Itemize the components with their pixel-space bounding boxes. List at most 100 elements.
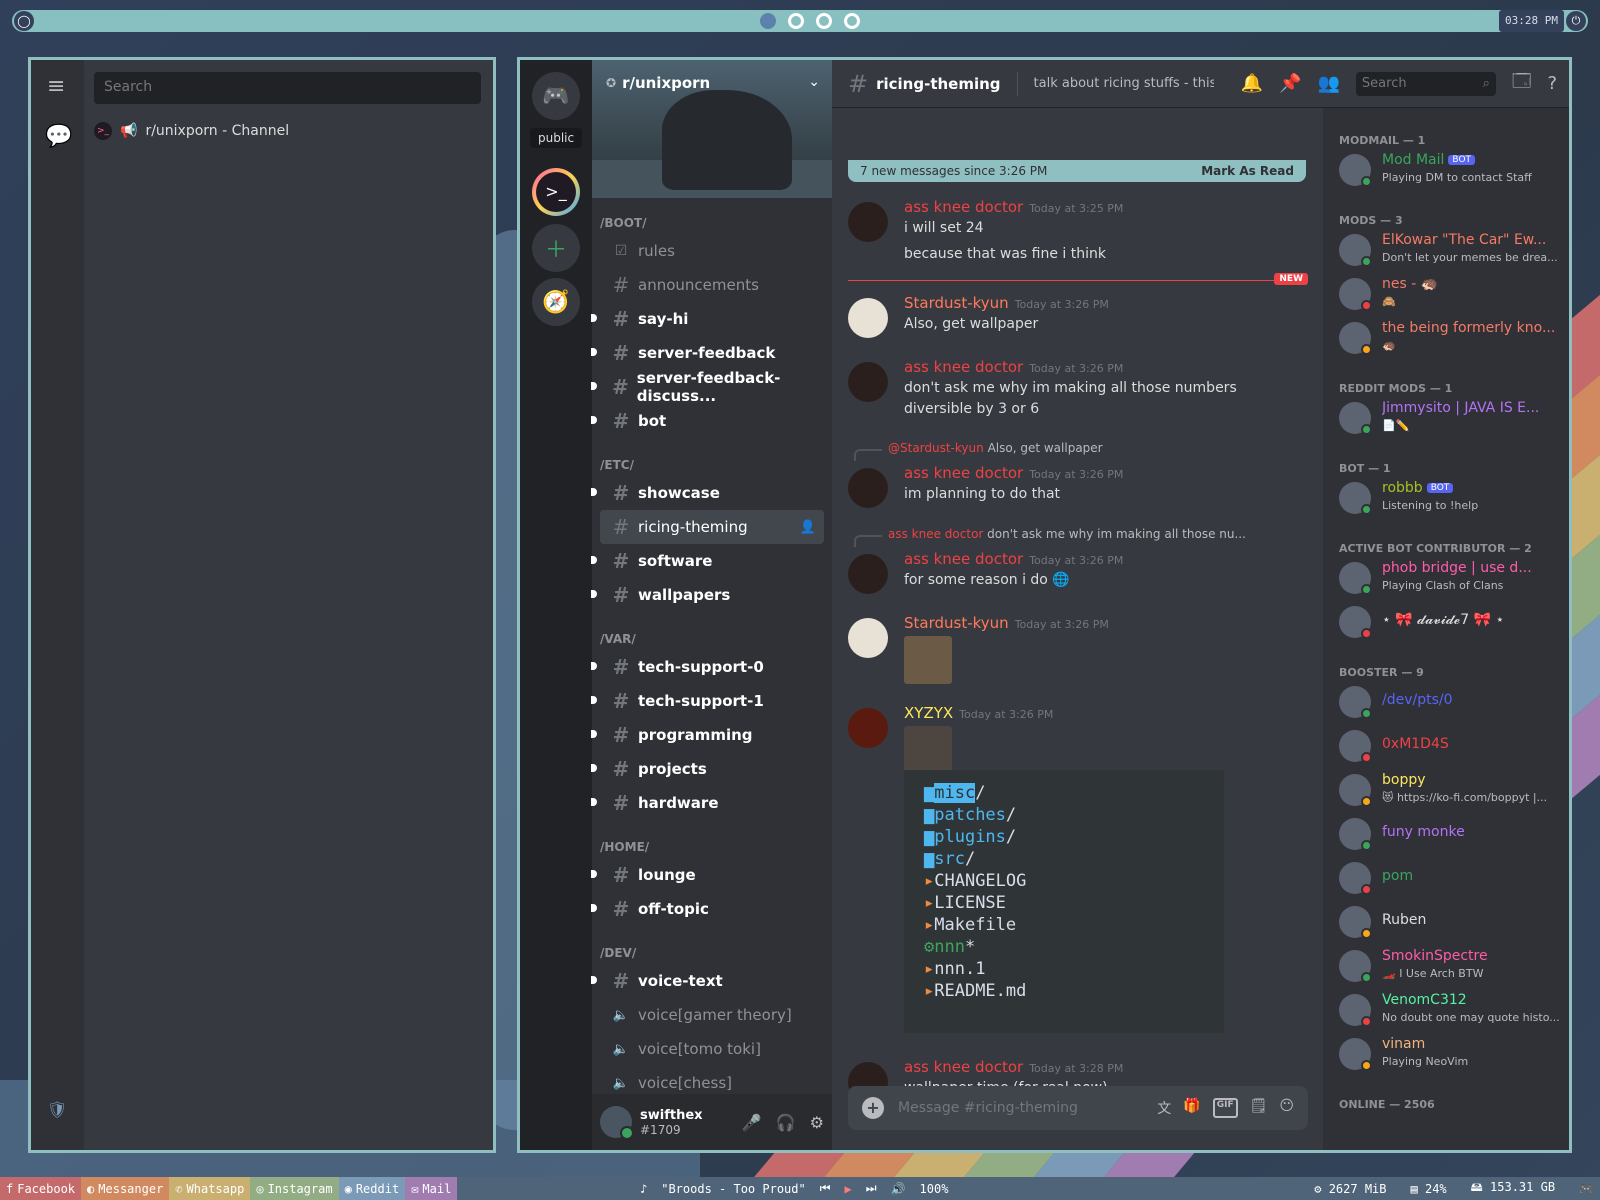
sticker-icon[interactable]: 🗒	[1250, 1098, 1268, 1118]
channel-item[interactable]: 🔈 voice[tomo toki]	[592, 1032, 832, 1066]
message-search-input[interactable]: Search ⌕	[1355, 71, 1496, 96]
pin-icon[interactable]: 📌	[1279, 73, 1301, 94]
message-author[interactable]: ass knee doctor	[904, 358, 1023, 376]
launcher-icon[interactable]: ◯	[14, 11, 34, 31]
member-item[interactable]: 0xM1D4S	[1339, 726, 1563, 768]
channel-item[interactable]: # server-feedback	[591, 336, 832, 370]
member-item[interactable]: robbb BOT Listening to !help	[1339, 478, 1563, 520]
discord-home-icon[interactable]: 🎮	[532, 72, 580, 120]
invite-icon[interactable]: 👤	[800, 520, 816, 535]
member-item[interactable]: VenomC312 No doubt one may quote histo...	[1339, 990, 1563, 1032]
avatar[interactable]	[848, 298, 888, 338]
avatar[interactable]	[848, 708, 888, 748]
mark-as-read-button[interactable]: Mark As Read	[1201, 164, 1294, 178]
emoji-picker-icon[interactable]: 😶	[1279, 1098, 1294, 1118]
taskbar-app-messenger[interactable]: ◐ Messanger	[81, 1177, 170, 1200]
channel-item[interactable]: # hardware	[591, 786, 832, 820]
channel-item[interactable]: # wallpapers	[591, 578, 832, 612]
taskbar-app-facebook[interactable]: f Facebook	[0, 1177, 82, 1200]
channel-category[interactable]: /ETC/	[592, 452, 832, 476]
avatar[interactable]	[848, 468, 888, 508]
channel-item[interactable]: # software	[591, 544, 832, 578]
member-item[interactable]: ⋆ 🎀 𝓭𝓪𝓿𝓲𝓭𝓮7 🎀 ⋆	[1339, 602, 1563, 644]
workspace-4[interactable]	[844, 13, 860, 29]
workspace-1[interactable]	[760, 13, 776, 29]
channel-item[interactable]: # bot	[591, 404, 832, 438]
message-author[interactable]: XYZYX	[904, 704, 953, 722]
member-item[interactable]: pom	[1339, 858, 1563, 900]
chevron-down-icon[interactable]: ⌄	[808, 74, 820, 90]
avatar[interactable]	[848, 554, 888, 594]
channel-item[interactable]: # announcements	[592, 268, 832, 302]
avatar[interactable]	[848, 362, 888, 402]
cat-sticker-image[interactable]	[904, 636, 952, 684]
help-icon[interactable]: ?	[1547, 73, 1557, 94]
notification-bell-icon[interactable]: 🔔	[1241, 73, 1263, 94]
message-author[interactable]: ass knee doctor	[904, 198, 1023, 216]
server-unixporn-icon[interactable]: >_	[532, 168, 580, 216]
message-author[interactable]: ass knee doctor	[904, 464, 1023, 482]
headphones-icon[interactable]: 🎧	[776, 1113, 796, 1132]
member-item[interactable]: phob bridge | use d... Playing Clash of C…	[1339, 558, 1563, 600]
search-input[interactable]: Search	[94, 72, 481, 104]
server-name[interactable]: ✪ r/unixporn	[606, 74, 710, 92]
channel-category[interactable]: /DEV/	[592, 940, 832, 964]
taskbar-app-mail[interactable]: ✉ Mail	[405, 1177, 458, 1200]
member-item[interactable]: ElKowar "The Car" Ew... Don't let your me…	[1339, 230, 1563, 272]
channel-item[interactable]: # server-feedback-discuss...	[591, 369, 832, 405]
shield-icon[interactable]: 🛡	[47, 1100, 67, 1119]
avatar[interactable]	[848, 618, 888, 658]
microphone-icon[interactable]: 🎤	[742, 1113, 762, 1132]
channel-item[interactable]: ☑ rules	[592, 234, 832, 268]
message-input[interactable]: Message #ricing-theming	[898, 1100, 1157, 1116]
avatar[interactable]	[848, 202, 888, 242]
channel-item[interactable]: # tech-support-0	[591, 650, 832, 684]
avatar[interactable]	[600, 1106, 634, 1140]
new-messages-bar[interactable]: 7 new messages since 3:26 PM Mark As Rea…	[848, 160, 1306, 182]
tray-discord-icon[interactable]: 🎮	[1579, 1182, 1594, 1196]
channel-category[interactable]: /BOOT/	[592, 210, 832, 234]
member-item[interactable]: boppy 😻 https://ko-fi.com/boppyt |...	[1339, 770, 1563, 812]
inbox-icon[interactable]: 🗔	[1512, 69, 1532, 99]
member-item[interactable]: /dev/pts/0	[1339, 682, 1563, 724]
taskbar-app-instagram[interactable]: ◎ Instagram	[250, 1177, 339, 1200]
channel-category[interactable]: /HOME/	[592, 834, 832, 858]
emoji-image[interactable]	[904, 726, 952, 774]
message-composer[interactable]: + Message #ricing-theming 文 🎁 GIF 🗒 😶	[848, 1086, 1308, 1130]
translate-icon[interactable]: 文	[1157, 1098, 1171, 1118]
taskbar-app-whatsapp[interactable]: ✆ Whatsapp	[169, 1177, 251, 1200]
channel-item[interactable]: # tech-support-1	[591, 684, 832, 718]
channel-item[interactable]: # projects	[591, 752, 832, 786]
attach-plus-icon[interactable]: +	[862, 1097, 884, 1119]
message-author[interactable]: Stardust-kyun	[904, 614, 1009, 632]
member-item[interactable]: nes - 🦔 🙈	[1339, 274, 1563, 316]
channel-item[interactable]: # say-hi	[591, 302, 832, 336]
member-item[interactable]: the being formerly kno... 🦔	[1339, 318, 1563, 360]
next-track-icon[interactable]: ⏭	[866, 1181, 877, 1196]
member-item[interactable]: SmokinSpectre 🏎️ I Use Arch BTW	[1339, 946, 1563, 988]
power-icon[interactable]: ⏻	[1566, 11, 1586, 31]
workspace-3[interactable]	[816, 13, 832, 29]
member-item[interactable]: Ruben	[1339, 902, 1563, 944]
reply-preview[interactable]: @Stardust-kyun Also, get wallpaper	[854, 441, 1103, 461]
channel-item[interactable]: # showcase	[591, 476, 832, 510]
threads-icon[interactable]: 💬	[45, 124, 72, 149]
member-item[interactable]: funy monke	[1339, 814, 1563, 856]
message-author[interactable]: Stardust-kyun	[904, 294, 1009, 312]
add-server-icon[interactable]: ＋	[532, 224, 580, 272]
member-item[interactable]: Jimmysito | JAVA IS E... 📄✏️	[1339, 398, 1563, 440]
terminal-screenshot[interactable]: ▆misc/▆patches/▆plugins/▆src/▸CHANGELOG ▸…	[904, 770, 1224, 1033]
channel-item[interactable]: # off-topic	[591, 892, 832, 926]
search-result[interactable]: >_ 📢 r/unixporn - Channel	[94, 122, 289, 140]
previous-track-icon[interactable]: ⏮	[820, 1181, 831, 1196]
explore-servers-icon[interactable]: 🧭	[532, 278, 580, 326]
channel-item[interactable]: # ricing-theming 👤	[600, 510, 824, 544]
channel-category[interactable]: /VAR/	[592, 626, 832, 650]
gif-button[interactable]: GIF	[1212, 1098, 1238, 1118]
channel-topic[interactable]: talk about ricing stuffs - this...	[1034, 76, 1214, 91]
member-item[interactable]: Mod Mail BOT Playing DM to contact Staff	[1339, 150, 1563, 192]
member-list-icon[interactable]: 👥	[1318, 73, 1340, 94]
member-item[interactable]: vinam Playing NeoVim	[1339, 1034, 1563, 1076]
taskbar-app-reddit[interactable]: ◉ Reddit	[338, 1177, 406, 1200]
reply-preview[interactable]: ass knee doctor don't ask me why im maki…	[854, 527, 1246, 547]
